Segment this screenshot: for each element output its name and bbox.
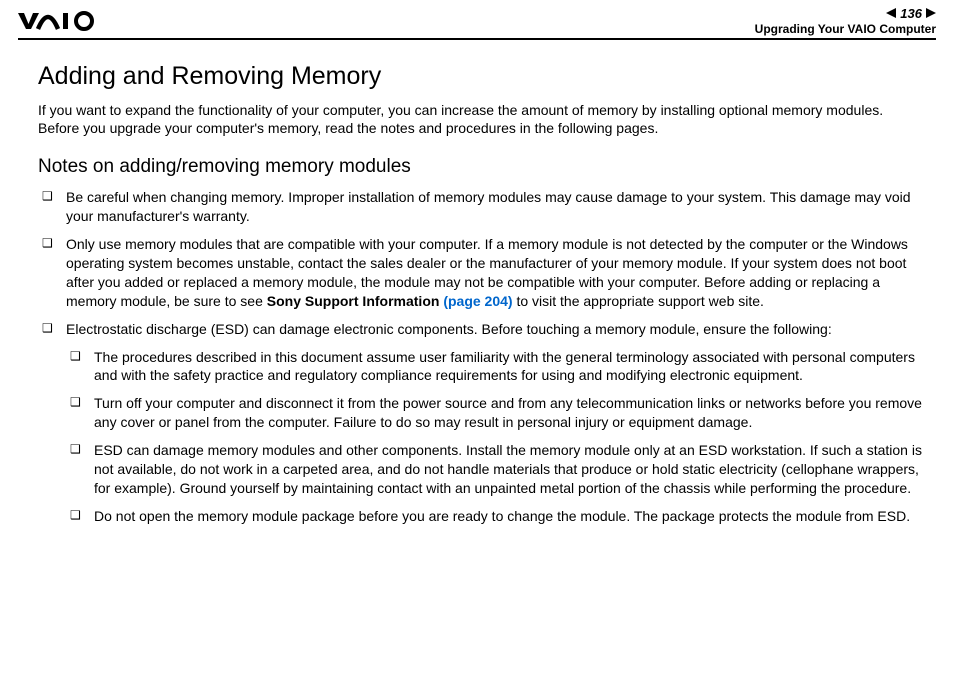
page-title: Adding and Removing Memory (38, 62, 924, 91)
page-content: Adding and Removing Memory If you want t… (0, 40, 954, 526)
list-item: ESD can damage memory modules and other … (66, 441, 924, 498)
list-item: Electrostatic discharge (ESD) can damage… (38, 320, 924, 526)
note-bold: Sony Support Information (267, 293, 444, 309)
list-item: Turn off your computer and disconnect it… (66, 394, 924, 432)
vaio-logo (18, 11, 108, 31)
list-item: The procedures described in this documen… (66, 348, 924, 386)
support-link[interactable]: (page 204) (443, 293, 512, 309)
section-label: Upgrading Your VAIO Computer (755, 22, 936, 36)
sub-notes-list: The procedures described in this documen… (66, 348, 924, 526)
note-text: Electrostatic discharge (ESD) can damage… (66, 321, 832, 337)
intro-paragraph: If you want to expand the functionality … (38, 101, 924, 139)
prev-page-icon[interactable] (886, 8, 896, 18)
next-page-icon[interactable] (926, 8, 936, 18)
notes-list: Be careful when changing memory. Imprope… (38, 188, 924, 525)
header-meta: 136 Upgrading Your VAIO Computer (755, 6, 936, 37)
section-subtitle: Notes on adding/removing memory modules (38, 156, 924, 178)
list-item: Be careful when changing memory. Imprope… (38, 188, 924, 226)
page-nav: 136 (755, 6, 936, 22)
note-text-post: to visit the appropriate support web sit… (513, 293, 764, 309)
page-header: 136 Upgrading Your VAIO Computer (0, 0, 954, 38)
list-item: Only use memory modules that are compati… (38, 235, 924, 311)
page-number: 136 (900, 6, 922, 22)
list-item: Do not open the memory module package be… (66, 507, 924, 526)
